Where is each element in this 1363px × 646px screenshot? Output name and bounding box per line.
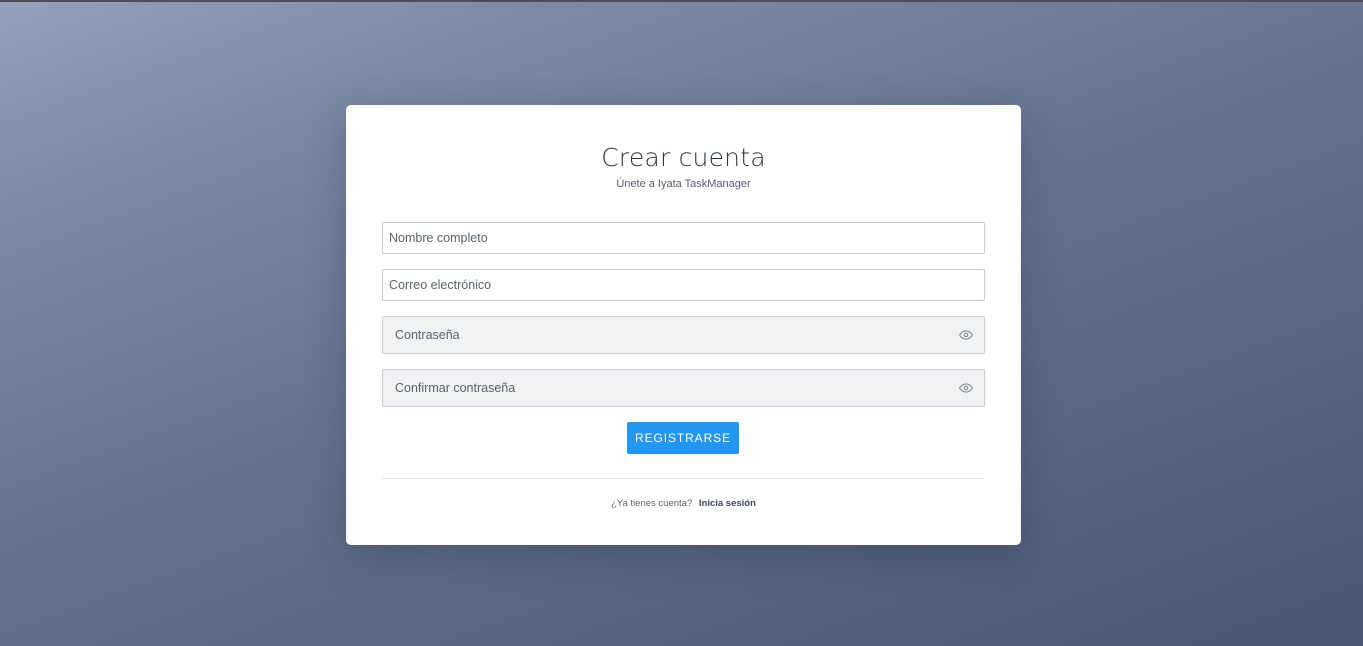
page-title: Crear cuenta (601, 143, 766, 172)
window-top-border (0, 0, 1363, 2)
divider (382, 478, 985, 479)
password-input[interactable] (383, 317, 943, 353)
login-prompt-text: ¿Ya tienes cuenta? (611, 498, 693, 509)
eye-icon[interactable] (958, 328, 974, 342)
confirm-password-field (382, 369, 985, 407)
login-link[interactable]: Inicia sesión (699, 498, 756, 509)
page-subtitle: Únete a Iyata TaskManager (616, 178, 751, 190)
password-field (382, 316, 985, 354)
register-card: Crear cuenta Únete a Iyata TaskManager R… (346, 105, 1021, 545)
register-button[interactable]: REGISTRARSE (627, 422, 739, 454)
email-input[interactable] (382, 269, 985, 301)
confirm-password-input[interactable] (383, 370, 943, 406)
login-prompt: ¿Ya tienes cuenta? Inicia sesión (346, 498, 1021, 509)
eye-icon[interactable] (958, 381, 974, 395)
full-name-input[interactable] (382, 222, 985, 254)
